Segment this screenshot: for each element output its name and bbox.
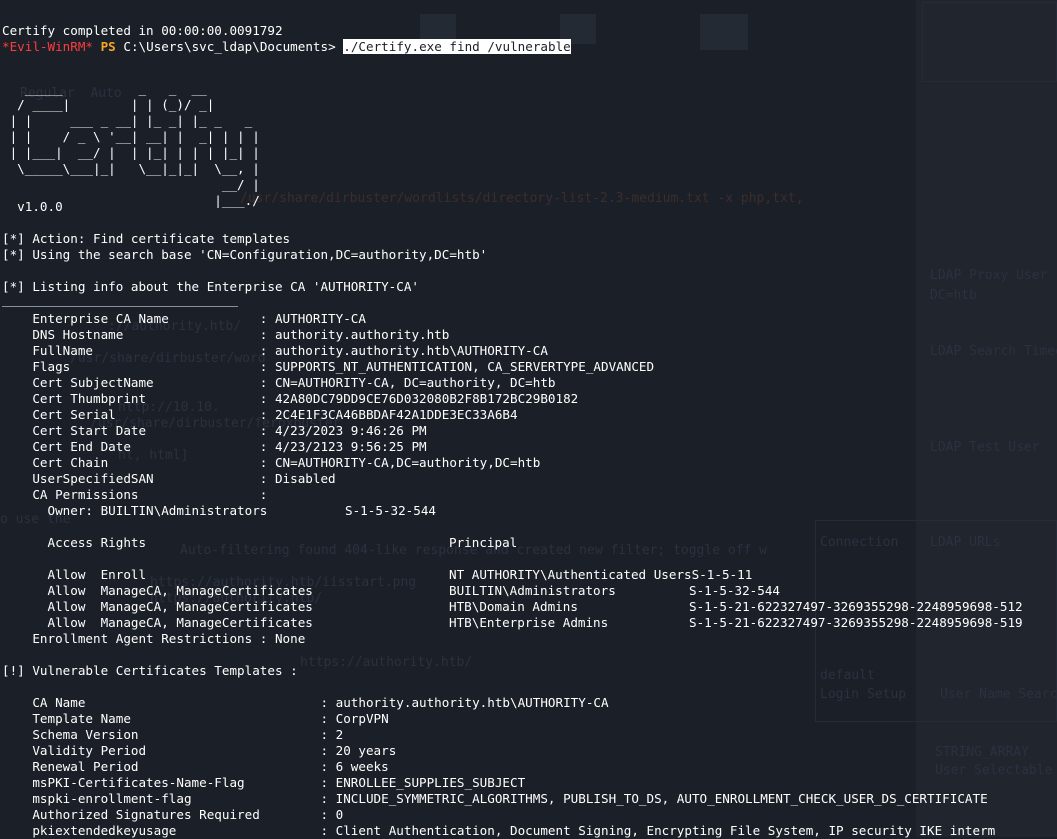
ca-field-value: : 4/23/2123 9:56:25 PM <box>259 439 427 454</box>
template-field-value: : ENROLLEE_SUPPLIES_SUBJECT <box>320 775 526 790</box>
ca-field-value: : AUTHORITY-CA <box>259 311 366 326</box>
template-field-key: mspki-enrollment-flag <box>2 791 321 806</box>
ca-field-key: FullName <box>2 343 260 358</box>
access-right-sid: S-1-5-21-622327497-3269355298-2248959698… <box>689 599 1023 614</box>
access-right-row: Allow ManageCA, ManageCertificates <box>2 599 313 614</box>
ca-field-value: : authority.authority.htb <box>259 327 450 342</box>
template-field-key: Schema Version <box>2 727 321 742</box>
template-field-key: pkiextendedkeyusage <box>2 823 321 838</box>
search-base-line: [*] Using the search base 'CN=Configurat… <box>2 247 488 262</box>
ca-field: Cert Start Date : 4/23/2023 9:46:26 PM <box>2 423 427 439</box>
ca-field: Cert Serial : 2C4E1F3CA46BBDAF42A1DDE3EC… <box>2 407 518 423</box>
ca-field-value: : SUPPORTS_NT_AUTHENTICATION, CA_SERVERT… <box>259 359 655 374</box>
ca-field: Cert End Date : 4/23/2123 9:56:25 PM <box>2 439 427 455</box>
prompt-line: *Evil-WinRM* PS C:\Users\svc_ldap\Docume… <box>2 39 571 55</box>
version-line: v1.0.0 <box>2 199 63 214</box>
ca-field: CA Permissions : <box>2 487 267 503</box>
access-right-row: Allow ManageCA, ManageCertificates <box>2 583 313 598</box>
prompt-evil-winrm: *Evil-WinRM* <box>2 39 93 54</box>
access-right-row: Allow ManageCA, ManageCertificates <box>2 615 313 630</box>
template-field: Renewal Period : 6 weeks <box>2 759 389 775</box>
template-field-key: Renewal Period <box>2 759 321 774</box>
ca-field: Enterprise CA Name : AUTHORITY-CA <box>2 311 366 327</box>
ca-field-value: : Disabled <box>259 471 336 486</box>
ca-field-key: DNS Hostname <box>2 327 260 342</box>
access-right-row: Allow Enroll <box>2 567 147 582</box>
completion-line: Certify completed in 00:00:00.0091792 <box>2 23 283 38</box>
listing-line: [*] Listing info about the Enterprise CA… <box>2 279 420 294</box>
template-field-key: Template Name <box>2 711 321 726</box>
enrollment-restrictions-line: Enrollment Agent Restrictions : None <box>2 631 306 646</box>
access-rights-header: Access Rights <box>2 535 147 550</box>
prompt-ps: PS <box>100 39 116 54</box>
access-right-principal: HTB\Domain Admins <box>449 599 578 614</box>
template-field-key: Authorized Signatures Required <box>2 807 321 822</box>
ca-field: Cert Chain : CN=AUTHORITY-CA,DC=authorit… <box>2 455 540 471</box>
ca-field-key: Cert Chain <box>2 455 260 470</box>
ca-field-key: Enterprise CA Name <box>2 311 260 326</box>
ca-field-value: : <box>259 487 268 502</box>
ca-field-key: UserSpecifiedSAN <box>2 471 260 486</box>
template-field: msPKI-Certificates-Name-Flag : ENROLLEE_… <box>2 775 525 791</box>
section-divider <box>2 306 238 307</box>
ca-field-value: : authority.authority.htb\AUTHORITY-CA <box>259 343 548 358</box>
template-field: Validity Period : 20 years <box>2 743 396 759</box>
template-field-key: Validity Period <box>2 743 321 758</box>
ca-field: Flags : SUPPORTS_NT_AUTHENTICATION, CA_S… <box>2 359 654 375</box>
ca-field-key: CA Permissions <box>2 487 260 502</box>
ca-owner-line: Owner: BUILTIN\Administrators <box>2 503 268 518</box>
template-field-value: : 20 years <box>320 743 397 758</box>
ca-field-value: : 2C4E1F3CA46BBDAF42A1DDE3EC33A6B4 <box>259 407 518 422</box>
template-field: Authorized Signatures Required : 0 <box>2 807 343 823</box>
template-field-key: CA Name <box>2 695 321 710</box>
template-field-value: : Client Authentication, Document Signin… <box>320 823 996 838</box>
ca-field-value: : 4/23/2023 9:46:26 PM <box>259 423 427 438</box>
access-right-principal: NT AUTHORITY\Authenticated UsersS-1-5-11 <box>449 567 753 582</box>
ca-field: FullName : authority.authority.htb\AUTHO… <box>2 343 548 359</box>
principal-header: Principal <box>449 535 518 550</box>
terminal-output[interactable]: Certify completed in 00:00:00.0091792 *E… <box>0 0 1057 838</box>
ca-field-value: : 42A80DC79DD9CE76D032080B2F8B172BC29B01… <box>259 391 579 406</box>
vulnerable-templates-header: [!] Vulnerable Certificates Templates : <box>2 663 298 678</box>
ca-field-value: : CN=AUTHORITY-CA, DC=authority, DC=htb <box>259 375 556 390</box>
ca-field: UserSpecifiedSAN : Disabled <box>2 471 336 487</box>
ca-field-value: : CN=AUTHORITY-CA,DC=authority,DC=htb <box>259 455 541 470</box>
access-right-sid: S-1-5-32-544 <box>689 583 780 598</box>
ca-field-key: Cert End Date <box>2 439 260 454</box>
prompt-path: C:\Users\svc_ldap\Documents> <box>123 39 336 54</box>
ca-field-key: Flags <box>2 359 260 374</box>
template-field: Template Name : CorpVPN <box>2 711 389 727</box>
template-field-value: : authority.authority.htb\AUTHORITY-CA <box>320 695 609 710</box>
ca-field: DNS Hostname : authority.authority.htb <box>2 327 449 343</box>
template-field-key: msPKI-Certificates-Name-Flag <box>2 775 321 790</box>
template-field: Schema Version : 2 <box>2 727 343 743</box>
ca-field-key: Cert SubjectName <box>2 375 260 390</box>
template-field: mspki-enrollment-flag : INCLUDE_SYMMETRI… <box>2 791 988 807</box>
ca-owner-sid: S-1-5-32-544 <box>345 503 436 518</box>
access-right-principal: BUILTIN\Administrators <box>449 583 616 598</box>
access-right-principal: HTB\Enterprise Admins <box>449 615 609 630</box>
certify-ascii-banner: _____ _ _ __ / ____| | | (_)/ _| | | ___… <box>9 81 260 208</box>
template-field-value: : CorpVPN <box>320 711 389 726</box>
ca-field-key: Cert Serial <box>2 407 260 422</box>
command-input[interactable]: ./Certify.exe find /vulnerable <box>343 39 571 54</box>
access-right-sid: S-1-5-21-622327497-3269355298-2248959698… <box>689 615 1023 630</box>
template-field-value: : INCLUDE_SYMMETRIC_ALGORITHMS, PUBLISH_… <box>320 791 988 806</box>
ca-field: Cert Thumbprint : 42A80DC79DD9CE76D03208… <box>2 391 578 407</box>
template-field-value: : 0 <box>320 807 344 822</box>
action-line: [*] Action: Find certificate templates <box>2 231 291 246</box>
ca-field-key: Cert Thumbprint <box>2 391 260 406</box>
template-field-value: : 6 weeks <box>320 759 389 774</box>
template-field: CA Name : authority.authority.htb\AUTHOR… <box>2 695 609 711</box>
ca-field: Cert SubjectName : CN=AUTHORITY-CA, DC=a… <box>2 375 556 391</box>
template-field-value: : 2 <box>320 727 344 742</box>
ca-field-key: Cert Start Date <box>2 423 260 438</box>
